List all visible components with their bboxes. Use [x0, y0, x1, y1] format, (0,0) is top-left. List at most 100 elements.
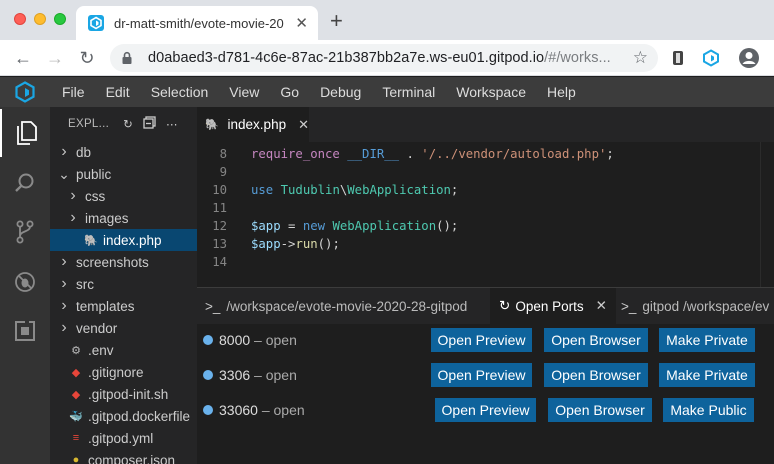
- menu-selection[interactable]: Selection: [139, 84, 218, 100]
- tree-label: .gitignore: [88, 364, 144, 380]
- more-actions-icon[interactable]: ⋯: [166, 117, 178, 131]
- tree-file[interactable]: ◆ .gitignore: [50, 361, 197, 383]
- maximize-window-button[interactable]: [54, 13, 66, 25]
- tree-file[interactable]: 🐘 index.php: [50, 229, 197, 251]
- tree-folder[interactable]: › images: [50, 207, 197, 229]
- reload-icon[interactable]: ↻: [76, 47, 98, 69]
- menu-view[interactable]: View: [217, 84, 268, 100]
- tree-folder[interactable]: › templates: [50, 295, 197, 317]
- tab-terminal-workspace[interactable]: >_ /workspace/evote-movie-2020-28-gitpod: [205, 299, 467, 314]
- tree-folder[interactable]: › screenshots: [50, 251, 197, 273]
- code-line: 10 use Tudublin \ WebApplication;: [197, 181, 774, 199]
- tree-folder[interactable]: › css: [50, 185, 197, 207]
- chevron-right-icon: ›: [61, 143, 67, 160]
- tree-folder[interactable]: › vendor: [50, 317, 197, 339]
- bookmark-star-icon[interactable]: ☆: [633, 48, 648, 68]
- tree-label: .gitpod.yml: [88, 430, 154, 446]
- extensions-icon[interactable]: [0, 307, 50, 355]
- refresh-icon[interactable]: ↻: [123, 117, 133, 131]
- browser-tab-title: dr-matt-smith/evote-movie-20: [114, 15, 284, 31]
- ide-menubar: File Edit Selection View Go Debug Termin…: [0, 77, 774, 107]
- code-line: 9: [197, 163, 774, 181]
- collapse-all-icon[interactable]: [143, 116, 156, 132]
- open-preview-button[interactable]: Open Preview: [435, 397, 536, 422]
- close-tab-icon[interactable]: ✕: [596, 298, 607, 314]
- tree-folder[interactable]: › db: [50, 141, 197, 163]
- tree-file[interactable]: ⚙ .env: [50, 339, 197, 361]
- file-tree: › db ⌄ public › css › images 🐘 index.php › screensh…: [50, 141, 197, 464]
- terminal-icon: >_: [205, 298, 221, 314]
- close-window-button[interactable]: [14, 13, 26, 25]
- code-line: 13 $app -> run ();: [197, 235, 774, 253]
- menu-file[interactable]: File: [50, 84, 94, 100]
- close-tab-icon[interactable]: ✕: [298, 117, 309, 133]
- tree-file[interactable]: ◆ .gitpod-init.sh: [50, 383, 197, 405]
- make-public-button[interactable]: Make Public: [663, 397, 754, 422]
- back-icon[interactable]: ←: [12, 47, 34, 69]
- line-number: 13: [212, 237, 227, 251]
- port-status: – open: [254, 366, 297, 383]
- explorer-icon[interactable]: [0, 109, 50, 157]
- tab-index-php[interactable]: 🐘 index.php ✕: [197, 107, 309, 142]
- search-icon[interactable]: [0, 159, 50, 207]
- menu-workspace[interactable]: Workspace: [444, 84, 535, 100]
- open-browser-button[interactable]: Open Browser: [544, 362, 648, 387]
- terminal-icon: >_: [621, 298, 637, 314]
- explorer-sidebar: EXPL... ↻ ⋯ › db ⌄ public › css › images 🐘 index.…: [50, 107, 197, 464]
- chevron-right-icon: ›: [61, 253, 67, 270]
- tree-file[interactable]: 🐳 .gitpod.dockerfile: [50, 405, 197, 427]
- json-file-icon: ●: [72, 454, 80, 464]
- menu-go[interactable]: Go: [268, 84, 308, 100]
- open-browser-button[interactable]: Open Browser: [544, 327, 648, 352]
- port-status: – open: [261, 401, 305, 418]
- tree-label: css: [85, 188, 106, 204]
- chevron-right-icon: ›: [70, 187, 76, 204]
- code-line: 12 $app = new WebApplication ();: [197, 217, 774, 235]
- close-tab-icon[interactable]: ✕: [295, 14, 308, 32]
- git-icon: ◆: [71, 366, 81, 379]
- open-browser-button[interactable]: Open Browser: [548, 397, 652, 422]
- tree-folder[interactable]: ⌄ public: [50, 163, 197, 185]
- menu-help[interactable]: Help: [535, 84, 585, 100]
- tree-label: vendor: [76, 320, 118, 336]
- panel-tabs: >_ /workspace/evote-movie-2020-28-gitpod…: [197, 288, 774, 324]
- profile-avatar-icon[interactable]: [738, 47, 760, 69]
- browser-tab[interactable]: dr-matt-smith/evote-movie-20 ✕: [76, 6, 318, 40]
- new-tab-button[interactable]: +: [330, 8, 343, 34]
- shell-file-icon: ◆: [71, 388, 81, 401]
- extension-icon[interactable]: [668, 48, 688, 68]
- port-status-dot: [203, 369, 213, 380]
- gitpod-extension-icon[interactable]: [701, 48, 721, 68]
- tree-file[interactable]: ≡ .gitpod.yml: [50, 427, 197, 449]
- explorer-header: EXPL... ↻ ⋯: [50, 107, 197, 141]
- chevron-right-icon: ›: [61, 319, 67, 336]
- make-private-button[interactable]: Make Private: [659, 362, 755, 387]
- gitpod-logo-icon[interactable]: [0, 81, 50, 103]
- address-bar[interactable]: d0abaed3-d781-4c6e-87ac-21b387bb2a7e.ws-…: [110, 44, 658, 72]
- minimize-window-button[interactable]: [34, 13, 46, 25]
- source-control-icon[interactable]: [0, 208, 50, 256]
- port-number: 8000: [219, 331, 251, 348]
- lock-icon: [122, 51, 132, 64]
- gear-icon: ⚙: [71, 344, 81, 357]
- code-editor[interactable]: 8 require_once __DIR__ . '/../vendor/aut…: [197, 142, 774, 271]
- debug-icon[interactable]: [0, 258, 50, 306]
- port-status: – open: [254, 331, 297, 348]
- menu-terminal[interactable]: Terminal: [370, 84, 444, 100]
- tab-terminal-gitpod[interactable]: >_ gitpod /workspace/ev: [621, 299, 769, 314]
- tab-open-ports[interactable]: ↻ Open Ports ✕: [490, 288, 616, 324]
- open-preview-button[interactable]: Open Preview: [431, 362, 532, 387]
- code-line: 14: [197, 253, 774, 271]
- open-preview-button[interactable]: Open Preview: [431, 327, 532, 352]
- tree-label: .env: [88, 342, 114, 358]
- editor-area: 🐘 index.php ✕ 8 require_once __DIR__ . '…: [197, 107, 774, 287]
- make-private-button[interactable]: Make Private: [659, 327, 755, 352]
- editor-scrollbar[interactable]: [760, 142, 774, 287]
- chevron-down-icon: ⌄: [58, 165, 70, 182]
- tree-folder[interactable]: › src: [50, 273, 197, 295]
- docker-icon: 🐳: [69, 410, 83, 423]
- tree-file[interactable]: ● composer.json: [50, 449, 197, 464]
- menu-edit[interactable]: Edit: [94, 84, 139, 100]
- menu-debug[interactable]: Debug: [308, 84, 370, 100]
- forward-icon[interactable]: →: [44, 47, 66, 69]
